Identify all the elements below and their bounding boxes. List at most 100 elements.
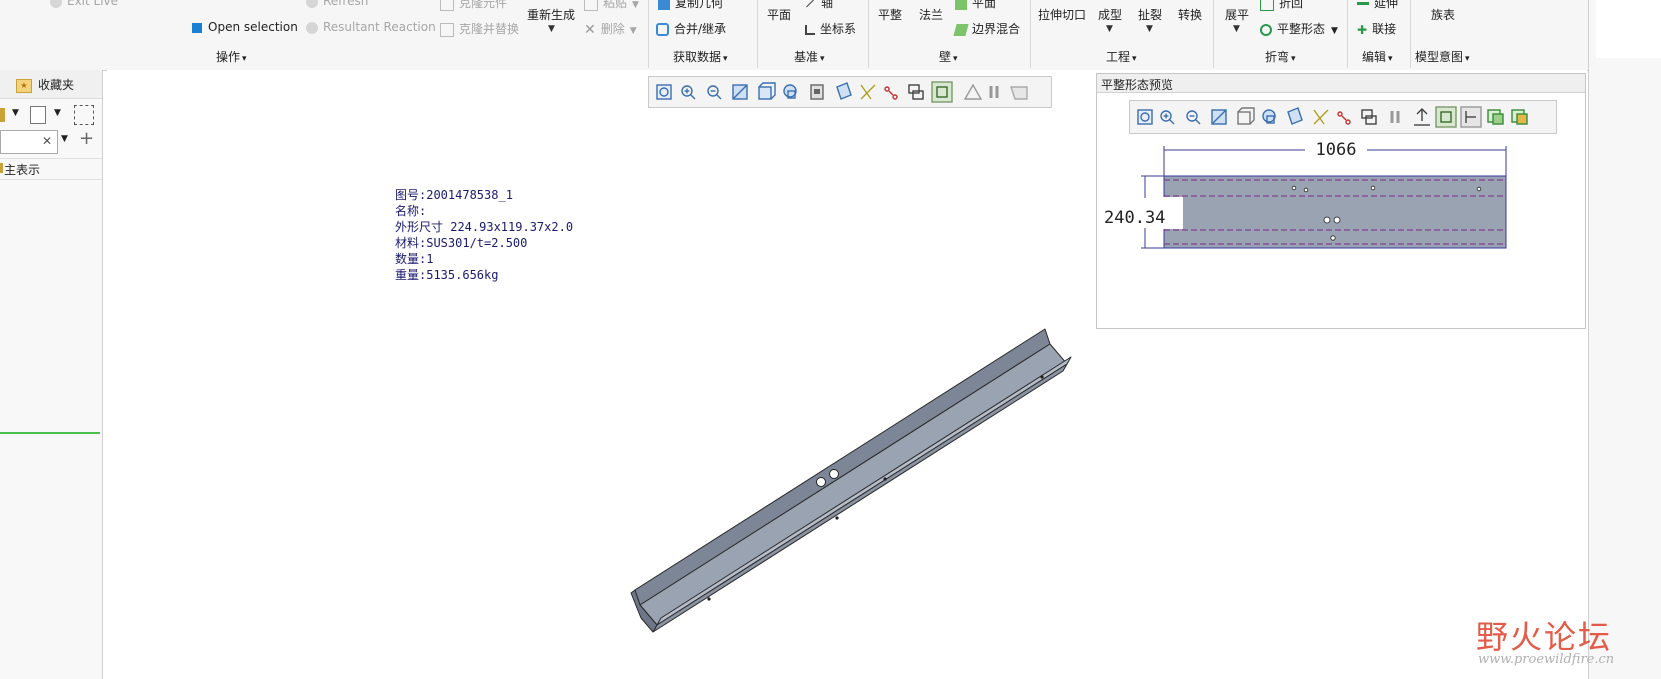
add-icon[interactable]: + [79,128,94,149]
join-button[interactable]: ✚ 联接 [1357,20,1396,37]
rip-dropdown-icon[interactable]: ▼ [1146,24,1153,34]
regenerate-dropdown-icon[interactable]: ▼ [548,24,555,34]
group-operations[interactable]: 操作 [216,48,247,65]
exit-live-button[interactable]: Exit Live [50,0,118,8]
extend-button[interactable]: 延伸 [1357,0,1398,11]
group-edit[interactable]: 编辑 [1362,48,1393,65]
warning-icon[interactable] [963,83,983,100]
annotation-display-icon[interactable] [1337,111,1351,125]
family-table-button[interactable]: 族表 [1431,6,1455,23]
perspective-icon[interactable] [1287,107,1303,125]
group-model-intent[interactable]: 模型意图 [1415,48,1470,65]
plane-button[interactable]: 平面 [767,6,791,23]
flat-state-button[interactable]: 平整形态 ▼ [1260,20,1338,37]
open-selection-button[interactable]: Open selection [192,20,298,34]
planar-label: 平面 [972,0,997,10]
datum-display-icon[interactable] [1313,109,1329,125]
unbend-button[interactable]: 展平 [1225,6,1249,23]
flat-wall-button[interactable]: 平整 [878,6,902,23]
favorites-tab[interactable]: ★ 收藏夹 [16,76,74,93]
settings-dropdown-icon[interactable]: ▼ [54,108,61,118]
width-dimension: 1066 [1307,140,1365,160]
convert-button[interactable]: 转换 [1178,6,1202,23]
datum-display-icon[interactable] [860,84,876,100]
sheet-display-icon[interactable] [931,81,953,103]
tree-dropdown-icon[interactable]: ▼ [12,108,19,118]
dimension-display-icon[interactable] [1460,106,1482,128]
sheet-display-icon[interactable] [1435,106,1457,128]
annotation-display-icon[interactable] [884,86,898,100]
display-style-icon[interactable] [1237,107,1255,125]
form-dropdown-icon[interactable]: ▼ [1106,24,1113,34]
group-engineering[interactable]: 工程 [1106,48,1137,65]
search-dropdown-icon[interactable]: ▼ [61,134,68,144]
repaint-icon[interactable] [732,84,748,100]
axis-label: 轴 [821,0,834,10]
clone-replace-button[interactable]: 克隆并替换 [440,20,519,37]
settings-icon[interactable] [30,106,46,124]
sheetmetal-part-model[interactable] [627,260,1167,640]
view-toolbar [648,76,1052,108]
tree-icon[interactable] [0,108,5,122]
pause-icon[interactable] [989,86,999,98]
separator [757,0,758,68]
group-bend[interactable]: 折弯 [1265,48,1296,65]
saved-orientations-icon[interactable] [1262,109,1276,124]
unbend-dropdown-icon[interactable]: ▼ [1233,24,1240,34]
form-button[interactable]: 成型 [1098,6,1122,23]
export-icon[interactable] [1414,108,1430,126]
zoom-in-icon[interactable] [681,85,696,100]
view-manager-icon[interactable] [810,84,824,100]
hole [1476,186,1482,192]
paste-label: 粘贴 [603,0,628,10]
copy-geometry-button[interactable]: 复制几何 [658,0,723,11]
resultant-reaction-button[interactable]: Resultant Reaction [306,20,436,34]
paste-view-icon[interactable] [1511,109,1528,125]
clear-icon[interactable]: ✕ [42,134,52,148]
display-style-icon[interactable] [758,82,776,100]
zoom-out-icon[interactable] [707,85,722,100]
group-datum[interactable]: 基准 [794,48,825,65]
paste-button[interactable]: 粘贴 ▼ [584,0,639,11]
extrude-cut-label: 拉伸切口 [1038,8,1087,22]
copy-geometry-icon [658,0,670,10]
extrude-cut-button[interactable]: 拉伸切口 [1038,6,1086,23]
group-wall[interactable]: 壁 [939,48,958,65]
flange-label: 法兰 [919,8,944,22]
repaint-icon[interactable] [1211,109,1227,125]
refresh-button[interactable]: Refresh [306,0,368,8]
zoom-in-icon[interactable] [1160,110,1175,125]
group-get-data[interactable]: 获取数据 [673,48,728,65]
filter-icon[interactable] [74,105,94,125]
bend-back-button[interactable]: 折回 [1260,0,1303,11]
merge-inherit-label: 合并/继承 [674,22,727,36]
refit-icon[interactable] [1137,109,1153,125]
splitter[interactable] [0,432,100,434]
delete-button[interactable]: ✕ 删除 ▼ [584,20,637,37]
rip-button[interactable]: 扯裂 [1138,6,1162,23]
merge-inherit-button[interactable]: 合并/继承 [656,20,726,37]
clone-replace-icon [440,22,454,37]
refit-icon[interactable] [656,84,672,100]
drawing-number: 图号:2001478538_1 [395,188,513,202]
spin-center-icon[interactable] [1361,109,1377,125]
flange-button[interactable]: 法兰 [919,6,943,23]
planar-button[interactable]: 平面 [955,0,996,11]
saved-orientations-icon[interactable] [783,84,797,99]
paste-icon [584,0,598,11]
pause-icon[interactable] [1390,111,1400,123]
regenerate-button[interactable]: 重新生成 [527,6,575,23]
csys-button[interactable]: 坐标系 [805,20,856,37]
tree-item[interactable]: 主表示 [0,158,102,180]
open-selection-label: Open selection [208,20,298,34]
boundary-blend-button[interactable]: 边界混合 [953,20,1020,37]
axis-button[interactable]: 轴 [805,0,833,11]
spin-center-icon[interactable] [908,84,924,100]
copy-view-icon[interactable] [1487,109,1504,125]
flat-view-icon[interactable] [1010,86,1028,100]
perspective-icon[interactable] [836,82,852,100]
clone-element-button[interactable]: 克隆元件 [440,0,507,11]
convert-label: 转换 [1178,8,1203,22]
zoom-out-icon[interactable] [1186,110,1201,125]
search-input[interactable]: ✕ [0,130,58,154]
